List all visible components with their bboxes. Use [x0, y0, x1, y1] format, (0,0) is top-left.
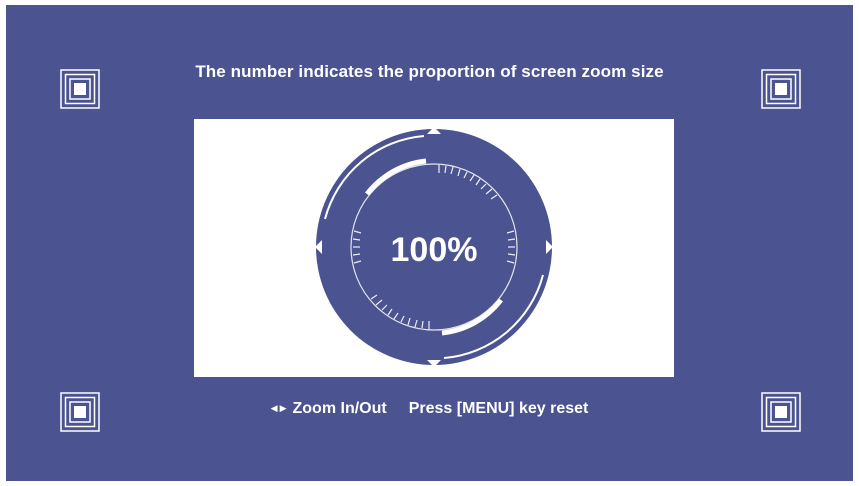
- menu-reset-hint: Press [MENU] key reset: [408, 400, 589, 417]
- zoom-preview-panel: 100%: [194, 119, 674, 377]
- left-right-arrows-icon: ◀▶: [270, 403, 289, 413]
- corner-marker-top-right-icon: [761, 69, 801, 109]
- screen-title: The number indicates the proportion of s…: [195, 62, 664, 81]
- corner-marker-top-left-icon: [60, 69, 100, 109]
- footer-hint: ◀▶ Zoom In/Out Press [MENU] key reset: [6, 400, 853, 418]
- zoom-osd-screen: The number indicates the proportion of s…: [6, 5, 853, 481]
- zoom-percentage-value: 100%: [390, 231, 478, 269]
- zoom-in-out-label: Zoom In/Out: [292, 400, 387, 417]
